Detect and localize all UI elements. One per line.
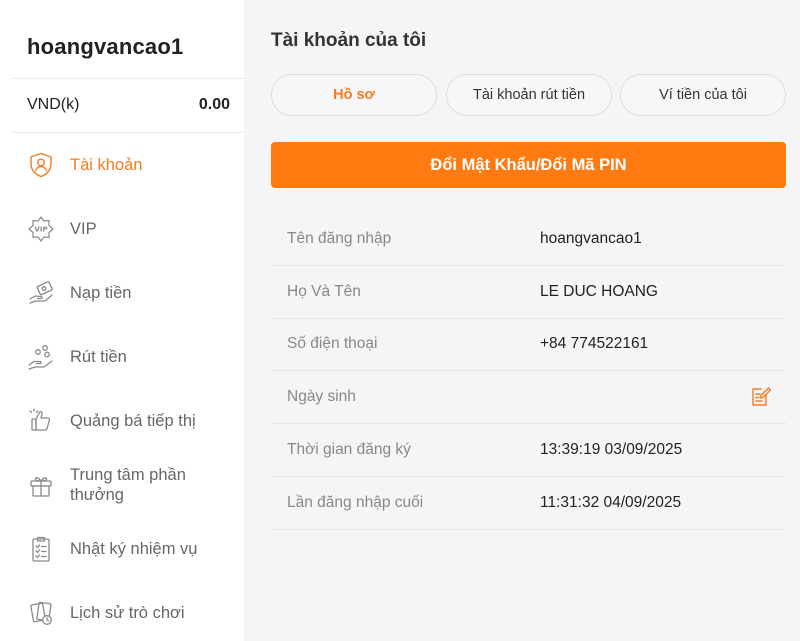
profile-row-birthday: Ngày sinh bbox=[271, 371, 786, 424]
gift-icon bbox=[26, 470, 56, 500]
divider bbox=[12, 78, 244, 79]
edit-icon[interactable] bbox=[750, 386, 772, 408]
profile-value: 11:31:32 04/09/2025 bbox=[540, 494, 682, 511]
balance-amount: 0.00 bbox=[198, 96, 230, 113]
sidebar-item-label: Trung tâm phần thưởng bbox=[70, 466, 186, 504]
profile-row-last-login: Lần đăng nhập cuối 11:31:32 04/09/2025 bbox=[271, 477, 786, 530]
profile-label: Số điện thoại bbox=[287, 335, 378, 352]
username: hoangvancao1 bbox=[27, 34, 184, 59]
clipboard-icon bbox=[26, 534, 56, 564]
sidebar-item-vip[interactable]: VIP VIP bbox=[26, 214, 236, 244]
profile-label: Thời gian đăng ký bbox=[287, 441, 411, 458]
sidebar-item-deposit[interactable]: Nạp tiền bbox=[26, 278, 236, 308]
profile-label: Ngày sinh bbox=[287, 388, 356, 405]
divider bbox=[12, 132, 244, 133]
tab-profile[interactable]: Hồ sơ bbox=[271, 74, 437, 116]
game-history-icon bbox=[26, 598, 56, 628]
profile-value: LE DUC HOANG bbox=[540, 283, 658, 300]
deposit-icon bbox=[26, 278, 56, 308]
sidebar-item-rewards[interactable]: Trung tâm phần thưởng bbox=[26, 465, 236, 505]
sidebar-item-label: Rút tiền bbox=[70, 348, 127, 366]
sidebar-item-account[interactable]: Tài khoản bbox=[26, 150, 236, 180]
sidebar-item-withdraw[interactable]: Rút tiền bbox=[26, 342, 236, 372]
profile-value: hoangvancao1 bbox=[540, 230, 642, 247]
sidebar-item-label: Nạp tiền bbox=[70, 284, 132, 302]
main-panel: Tài khoản của tôi Hồ sơ Tài khoản rút ti… bbox=[244, 0, 800, 641]
page-title: Tài khoản của tôi bbox=[271, 30, 427, 51]
profile-label: Lần đăng nhập cuối bbox=[287, 494, 424, 511]
tab-my-wallet[interactable]: Ví tiền của tôi bbox=[620, 74, 786, 116]
profile-row-username: Tên đăng nhập hoangvancao1 bbox=[271, 213, 786, 266]
sidebar-item-label: Quảng bá tiếp thị bbox=[70, 412, 196, 430]
sidebar-item-marketing[interactable]: Quảng bá tiếp thị bbox=[26, 406, 236, 436]
profile-value: 13:39:19 03/09/2025 bbox=[540, 441, 683, 458]
svg-text:VIP: VIP bbox=[34, 226, 47, 234]
profile-row-phone: Số điện thoại +84 774522161 bbox=[271, 318, 786, 371]
vip-badge-icon: VIP bbox=[26, 214, 56, 244]
profile-label: Họ Và Tên bbox=[287, 283, 361, 300]
balance-currency: VND(k) bbox=[27, 96, 80, 113]
thumbs-up-icon bbox=[26, 406, 56, 436]
sidebar: hoangvancao1 VND(k) 0.00 Tài khoản VIP V… bbox=[0, 0, 244, 641]
balance-row: VND(k) 0.00 bbox=[27, 96, 230, 114]
tab-withdraw-account[interactable]: Tài khoản rút tiền bbox=[446, 74, 612, 116]
profile-label: Tên đăng nhập bbox=[287, 230, 392, 247]
profile-row-fullname: Họ Và Tên LE DUC HOANG bbox=[271, 266, 786, 319]
profile-value: +84 774522161 bbox=[540, 335, 649, 352]
sidebar-item-task-log[interactable]: Nhật ký nhiệm vụ bbox=[26, 534, 236, 564]
sidebar-item-game-history[interactable]: Lịch sử trò chơi bbox=[26, 598, 236, 628]
sidebar-item-label: VIP bbox=[70, 220, 97, 238]
shield-user-icon bbox=[26, 150, 56, 180]
sidebar-item-label: Tài khoản bbox=[70, 156, 143, 174]
profile-row-registered: Thời gian đăng ký 13:39:19 03/09/2025 bbox=[271, 424, 786, 477]
sidebar-item-label: Lịch sử trò chơi bbox=[70, 604, 185, 622]
change-password-button[interactable]: Đổi Mật Khẩu/Đổi Mã PIN bbox=[271, 142, 786, 188]
sidebar-item-label: Nhật ký nhiệm vụ bbox=[70, 540, 198, 558]
withdraw-icon bbox=[26, 342, 56, 372]
